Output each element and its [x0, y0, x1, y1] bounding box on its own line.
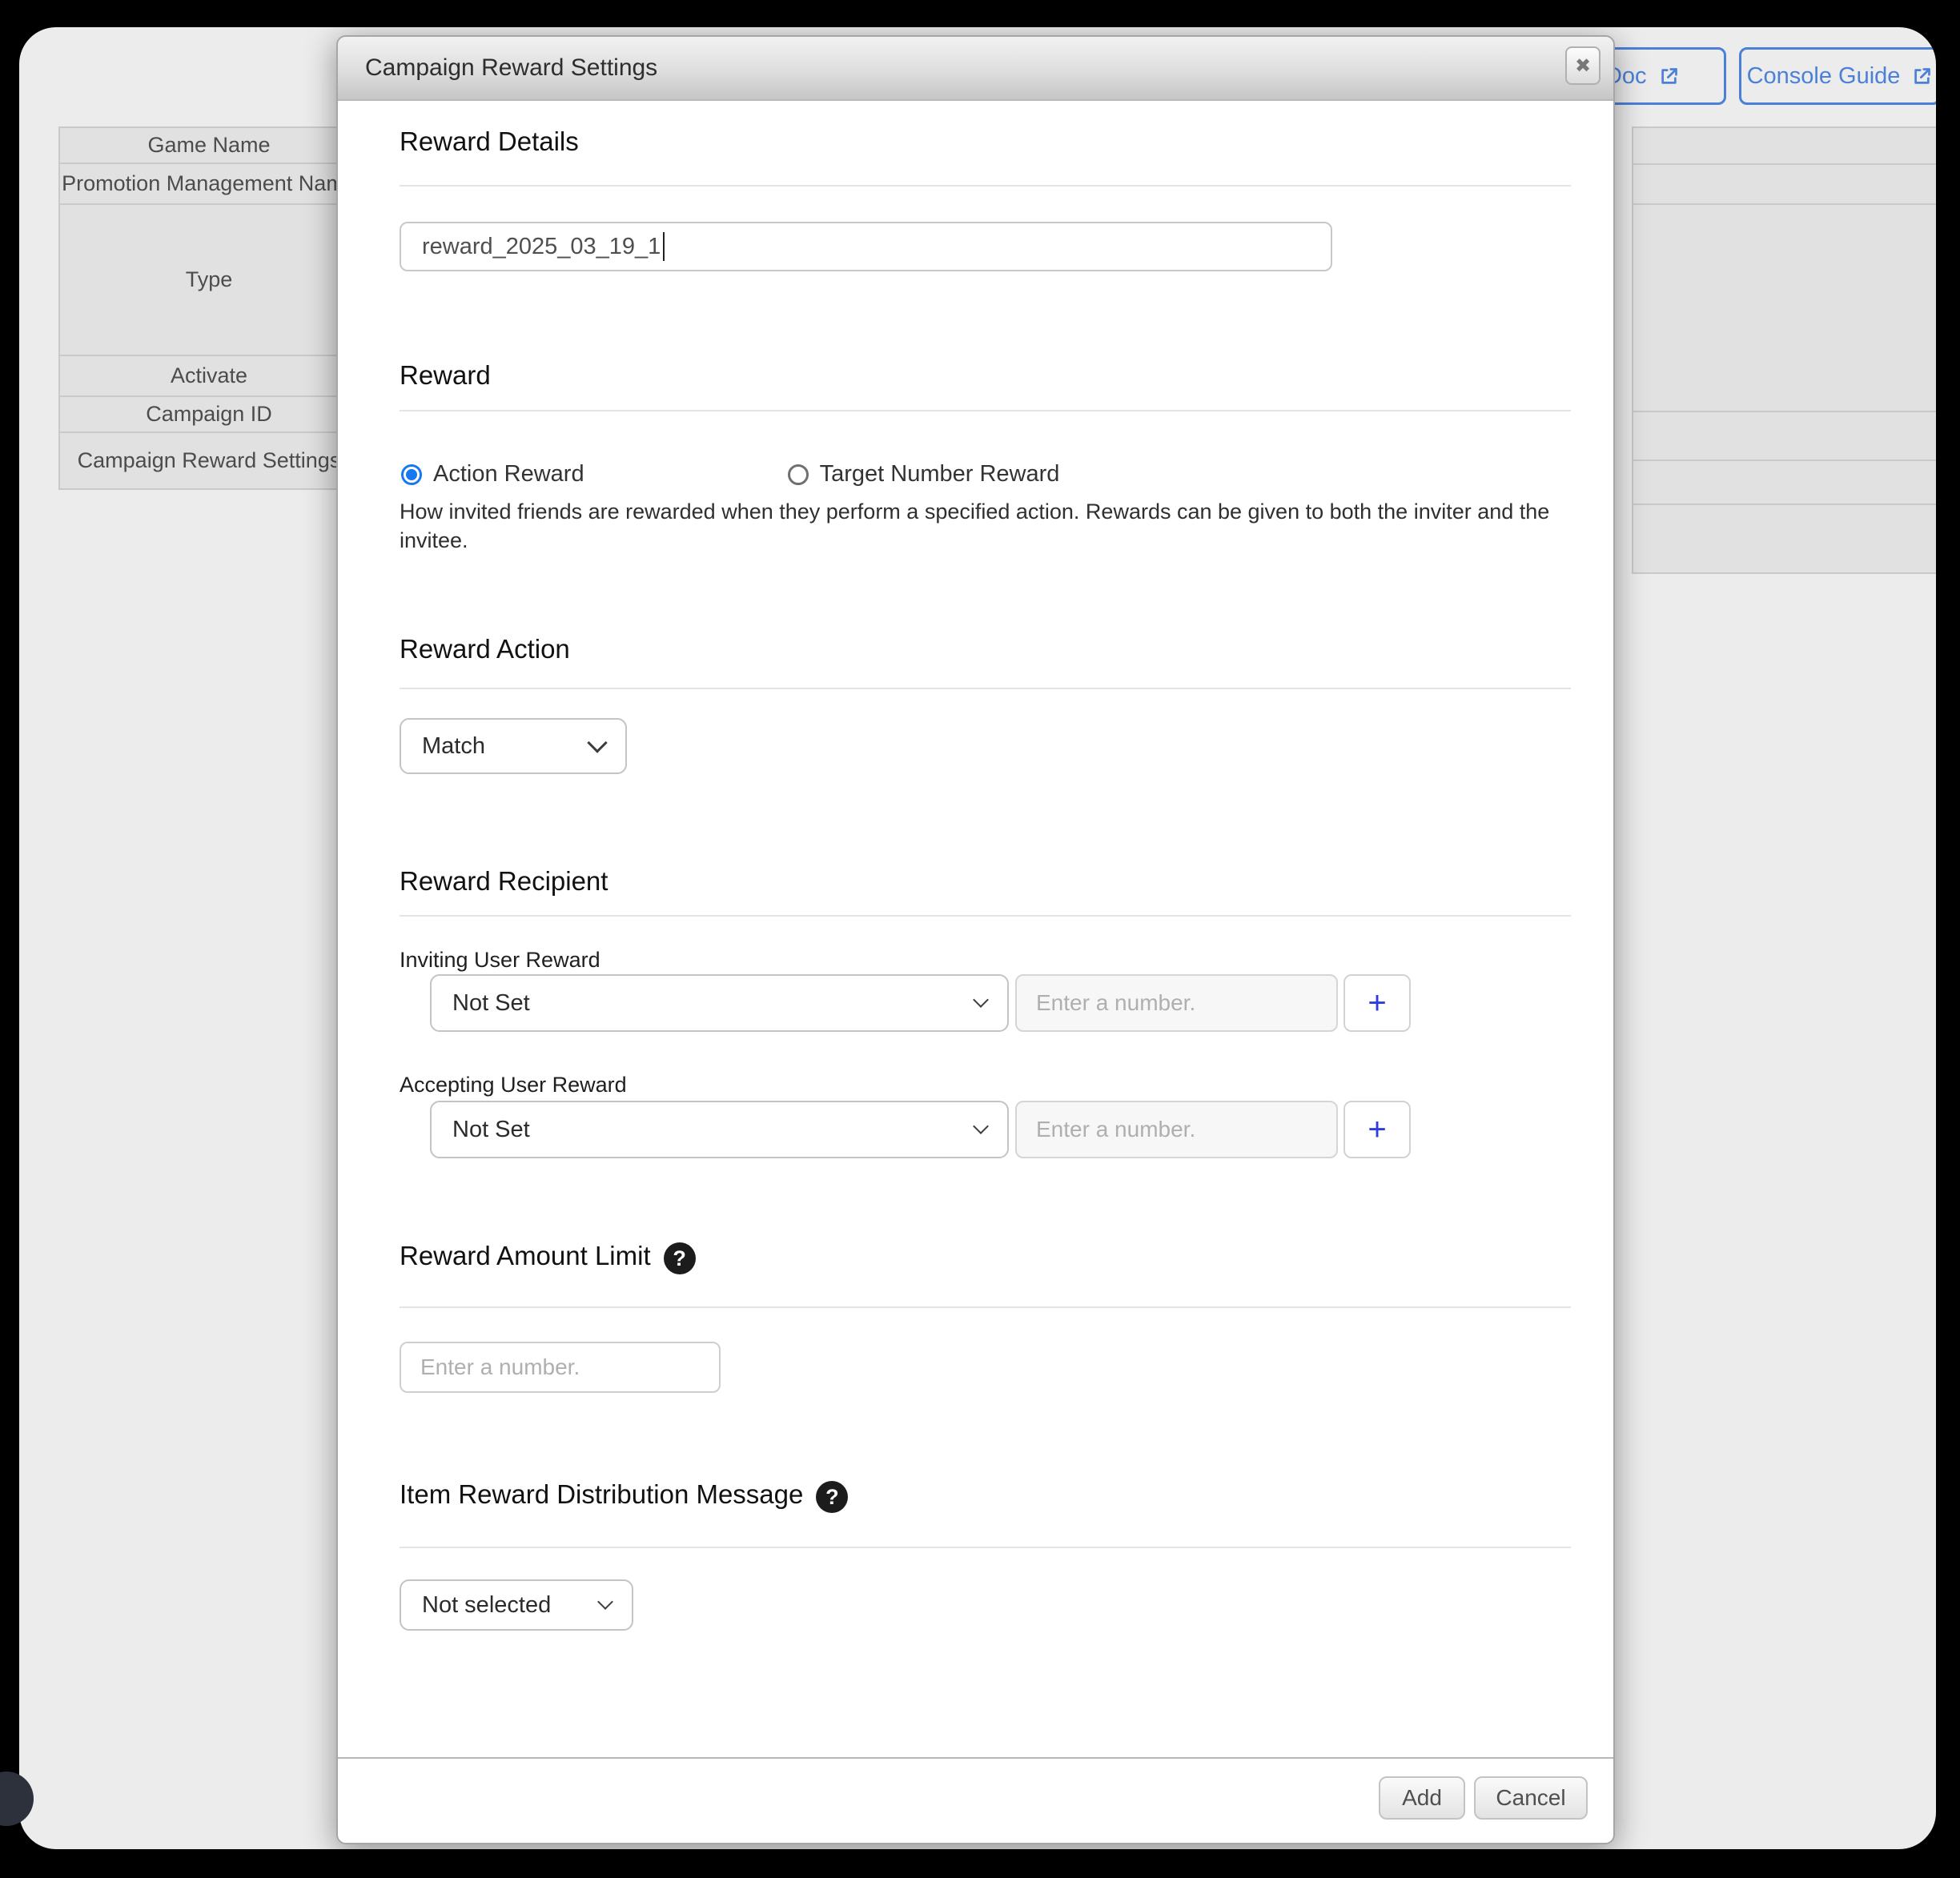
table-cell: [1633, 461, 1936, 505]
accepting-reward-selected-value: Not Set: [452, 1117, 530, 1143]
reward-name-value: reward_2025_03_19_1: [422, 234, 661, 260]
table-cell: [1633, 165, 1936, 205]
divider: [400, 1306, 1571, 1308]
dialog-title: Campaign Reward Settings: [365, 54, 657, 82]
help-icon[interactable]: ?: [816, 1481, 848, 1513]
accepting-reward-select[interactable]: Not Set: [430, 1101, 1009, 1158]
item-reward-message-select[interactable]: Not selected: [400, 1579, 633, 1631]
reward-action-select[interactable]: Match: [400, 718, 627, 774]
divider: [400, 1547, 1571, 1548]
reward-type-radio-group: Action Reward Target Number Reward: [401, 461, 1059, 488]
chevron-down-icon: [973, 992, 989, 1008]
table-cell: [1633, 128, 1936, 165]
external-link-icon: [1658, 66, 1680, 87]
campaign-reward-settings-dialog: Campaign Reward Settings ✖ Reward Detail…: [336, 35, 1615, 1844]
table-row: Activate: [60, 356, 358, 397]
row-label: Type: [186, 267, 233, 292]
table-cell: [1633, 412, 1936, 461]
text-cursor: [663, 232, 665, 261]
target-number-reward-label: Target Number Reward: [820, 461, 1060, 488]
inviting-reward-amount-input[interactable]: [1015, 974, 1338, 1032]
reward-name-input[interactable]: reward_2025_03_19_1: [400, 222, 1332, 271]
chevron-down-icon: [973, 1118, 989, 1134]
background-settings-table: Game Name Promotion Management Name Type…: [58, 126, 359, 490]
accepting-user-reward-label: Accepting User Reward: [400, 1073, 627, 1098]
table-row: Game Name: [60, 128, 358, 164]
inviting-reward-selected-value: Not Set: [452, 990, 530, 1017]
console-guide-label: Console Guide: [1747, 63, 1901, 90]
table-row: Campaign ID: [60, 397, 358, 433]
plus-icon: +: [1368, 1112, 1386, 1148]
close-icon[interactable]: ✖: [1565, 46, 1601, 85]
reward-details-heading: Reward Details: [400, 126, 579, 157]
accepting-reward-amount-input[interactable]: [1015, 1101, 1338, 1158]
chevron-down-icon: [587, 732, 607, 752]
table-row: Campaign Reward Settings: [60, 433, 358, 490]
row-label: Campaign Reward Settings: [78, 448, 341, 473]
reward-heading: Reward: [400, 360, 491, 391]
divider: [400, 410, 1571, 411]
row-label: Campaign ID: [146, 402, 272, 427]
reward-action-heading: Reward Action: [400, 634, 570, 664]
reward-amount-limit-heading: Reward Amount Limit ?: [400, 1240, 696, 1272]
plus-icon: +: [1368, 985, 1386, 1021]
external-link-icon: [1911, 66, 1933, 87]
reward-action-selected-value: Match: [422, 733, 485, 760]
add-button[interactable]: Add: [1379, 1776, 1465, 1820]
cancel-button[interactable]: Cancel: [1474, 1776, 1588, 1820]
inviting-reward-add-button[interactable]: +: [1343, 974, 1411, 1032]
background-settings-table-values: [1632, 126, 1936, 574]
inviting-user-reward-label: Inviting User Reward: [400, 948, 600, 973]
row-label: Activate: [171, 363, 247, 388]
footer-divider: [338, 1757, 1613, 1759]
table-cell: [1633, 205, 1936, 412]
console-guide-button[interactable]: Console Guide: [1739, 47, 1936, 105]
item-reward-message-heading: Item Reward Distribution Message ?: [400, 1479, 848, 1511]
divider: [400, 185, 1571, 187]
target-number-reward-radio[interactable]: [788, 464, 809, 485]
reward-recipient-heading: Reward Recipient: [400, 866, 608, 897]
reward-amount-limit-input[interactable]: [400, 1342, 721, 1393]
screen: Game Name Promotion Management Name Type…: [0, 0, 1960, 1878]
table-row: Type: [60, 205, 358, 356]
reward-description: How invited friends are rewarded when th…: [400, 498, 1576, 556]
action-reward-label: Action Reward: [433, 461, 584, 488]
row-label: Promotion Management Name: [62, 171, 356, 196]
help-icon[interactable]: ?: [664, 1242, 696, 1274]
item-reward-message-selected-value: Not selected: [422, 1592, 551, 1619]
accepting-reward-add-button[interactable]: +: [1343, 1101, 1411, 1158]
dialog-header: Campaign Reward Settings ✖: [338, 37, 1613, 101]
action-reward-radio[interactable]: [401, 464, 422, 485]
table-row: Promotion Management Name: [60, 164, 358, 205]
table-cell: [1633, 505, 1936, 574]
row-label: Game Name: [147, 133, 270, 158]
divider: [400, 688, 1571, 689]
divider: [400, 915, 1571, 917]
chevron-down-icon: [597, 1594, 613, 1610]
inviting-reward-select[interactable]: Not Set: [430, 974, 1009, 1032]
